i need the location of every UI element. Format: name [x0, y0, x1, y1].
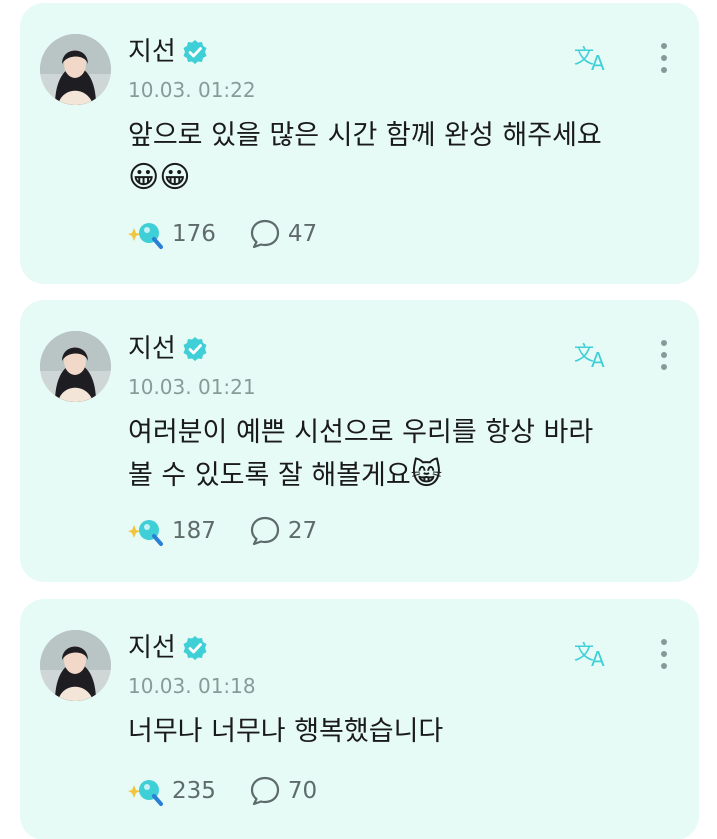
- post-stats: 235 70: [128, 774, 317, 808]
- comment-bubble-icon[interactable]: [250, 219, 280, 249]
- translate-icon[interactable]: 文 A: [574, 637, 614, 669]
- verified-badge-icon: [183, 40, 207, 64]
- author-name-text: 지선: [128, 37, 176, 67]
- like-sparkle-icon[interactable]: [128, 515, 164, 547]
- post-text: 앞으로 있을 많은 시간 함께 완성 해주세요 😀😀: [128, 115, 668, 200]
- author-name-text: 지선: [128, 633, 176, 663]
- svg-text:A: A: [591, 348, 605, 370]
- post-card[interactable]: 지선 10.03. 01:22 文 A 앞으로 있을 많은 시간 함께 완성 해…: [20, 3, 699, 284]
- more-vertical-icon[interactable]: [652, 338, 676, 372]
- avatar[interactable]: [40, 34, 111, 105]
- like-sparkle-icon[interactable]: [128, 218, 164, 250]
- avatar[interactable]: [40, 331, 111, 402]
- like-count: 176: [172, 221, 216, 247]
- post-stats: 176 47: [128, 217, 317, 251]
- comment-count: 47: [287, 221, 318, 247]
- post-timestamp: 10.03. 01:22: [128, 78, 256, 102]
- verified-badge-icon: [183, 636, 207, 660]
- svg-text:A: A: [591, 51, 605, 73]
- comment-bubble-icon[interactable]: [250, 516, 280, 546]
- post-emoji: 😸: [410, 457, 443, 492]
- post-text-body: 앞으로 있을 많은 시간 함께 완성 해주세요: [128, 120, 602, 151]
- post-text-body: 여러분이 예쁜 시선으로 우리를 항상 바라 볼 수 있도록 잘 해볼게요: [128, 417, 594, 491]
- more-vertical-icon[interactable]: [652, 41, 676, 75]
- post-timestamp: 10.03. 01:18: [128, 674, 256, 698]
- post-text: 여러분이 예쁜 시선으로 우리를 항상 바라 볼 수 있도록 잘 해볼게요😸: [128, 412, 668, 497]
- comment-bubble-icon[interactable]: [250, 776, 280, 806]
- post-text: 너무나 너무나 행복했습니다: [128, 711, 668, 753]
- like-sparkle-icon[interactable]: [128, 775, 164, 807]
- post-card[interactable]: 지선 10.03. 01:21 文 A 여러분이 예쁜 시선으로 우리를 항상 …: [20, 300, 699, 582]
- avatar[interactable]: [40, 630, 111, 701]
- verified-badge-icon: [183, 337, 207, 361]
- like-count: 235: [172, 778, 216, 804]
- author-name-text: 지선: [128, 334, 176, 364]
- translate-icon[interactable]: 文 A: [574, 41, 614, 73]
- more-vertical-icon[interactable]: [652, 637, 676, 671]
- author-name[interactable]: 지선: [128, 35, 208, 69]
- comment-count: 27: [287, 518, 318, 544]
- like-count: 187: [172, 518, 216, 544]
- post-timestamp: 10.03. 01:21: [128, 375, 256, 399]
- svg-text:A: A: [591, 647, 605, 669]
- post-emoji: 😀😀: [128, 160, 191, 195]
- author-name[interactable]: 지선: [128, 631, 208, 665]
- post-feed: 지선 10.03. 01:22 文 A 앞으로 있을 많은 시간 함께 완성 해…: [0, 0, 717, 839]
- post-stats: 187 27: [128, 514, 317, 548]
- comment-count: 70: [287, 778, 318, 804]
- post-text-body: 너무나 너무나 행복했습니다: [128, 716, 444, 747]
- post-card[interactable]: 지선 10.03. 01:18 文 A 너무나 너무나 행복했습니다 235 7…: [20, 599, 699, 839]
- translate-icon[interactable]: 文 A: [574, 338, 614, 370]
- author-name[interactable]: 지선: [128, 332, 208, 366]
